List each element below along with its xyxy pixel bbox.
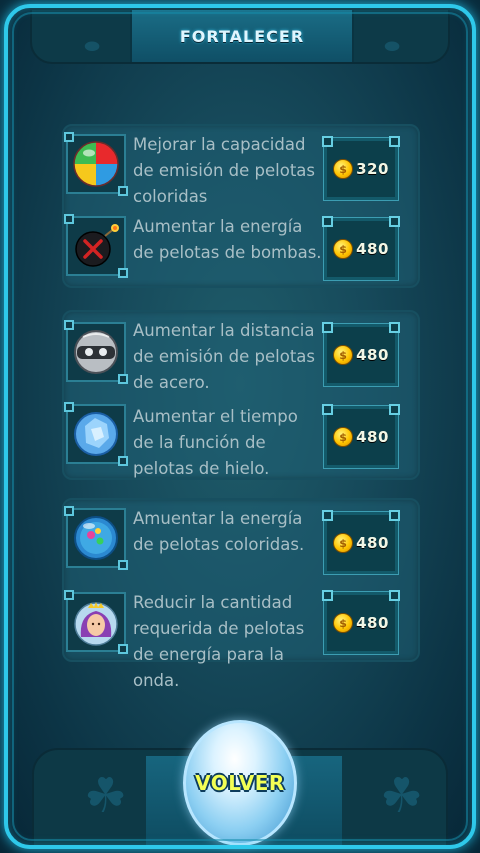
seaweed-decoration-icon: ☘ (380, 768, 424, 824)
steel-ball-icon (64, 320, 128, 384)
coin-icon: $ (333, 427, 354, 447)
upgrade-description: Aumentar la distancia de emisión de pelo… (133, 321, 316, 392)
beach-ball-icon (64, 132, 128, 196)
seaweed-decoration-icon: ☘ (84, 768, 128, 824)
buy-button[interactable]: $ 480 (322, 404, 400, 469)
price-label: 320 (356, 160, 389, 178)
price-label: 480 (356, 614, 389, 632)
fish-decoration-icon: ⬬ (384, 36, 400, 57)
upgrade-description: Amuentar la energía de pelotas coloridas… (133, 509, 305, 554)
price-label: 480 (356, 428, 389, 446)
page-title: FORTALECER (179, 26, 305, 46)
coin-icon: $ (333, 533, 354, 553)
coin-icon: $ (333, 159, 354, 179)
buy-button[interactable]: $ 320 (322, 136, 400, 201)
ice-ball-icon (64, 402, 128, 466)
coin-icon: $ (333, 239, 354, 259)
upgrade-screen: ⬬ ⬬ FORTALECER Mejorar la capacidad de e… (0, 0, 480, 853)
price-label: 480 (356, 534, 389, 552)
upgrade-description: Reducir la cantidad requerida de pelotas… (133, 593, 305, 690)
back-button[interactable]: VOLVER (183, 720, 297, 846)
price-label: 480 (356, 240, 389, 258)
upgrade-description: Aumentar el tiempo de la función de pelo… (133, 407, 298, 478)
buy-button[interactable]: $ 480 (322, 322, 400, 387)
color-bubble-icon (64, 506, 128, 570)
upgrade-description: Aumentar la energía de pelotas de bombas… (133, 217, 322, 262)
fish-decoration-icon: ⬬ (84, 36, 100, 57)
price-label: 480 (356, 346, 389, 364)
back-button-label: VOLVER (195, 771, 285, 795)
upgrade-description: Mejorar la capacidad de emisión de pelot… (133, 135, 316, 206)
header-title-box: FORTALECER (130, 10, 354, 62)
buy-button[interactable]: $ 480 (322, 590, 400, 655)
mermaid-avatar-icon (64, 590, 128, 654)
buy-button[interactable]: $ 480 (322, 510, 400, 575)
coin-icon: $ (333, 345, 354, 365)
bomb-ball-icon (64, 214, 128, 278)
coin-icon: $ (333, 613, 354, 633)
buy-button[interactable]: $ 480 (322, 216, 400, 281)
